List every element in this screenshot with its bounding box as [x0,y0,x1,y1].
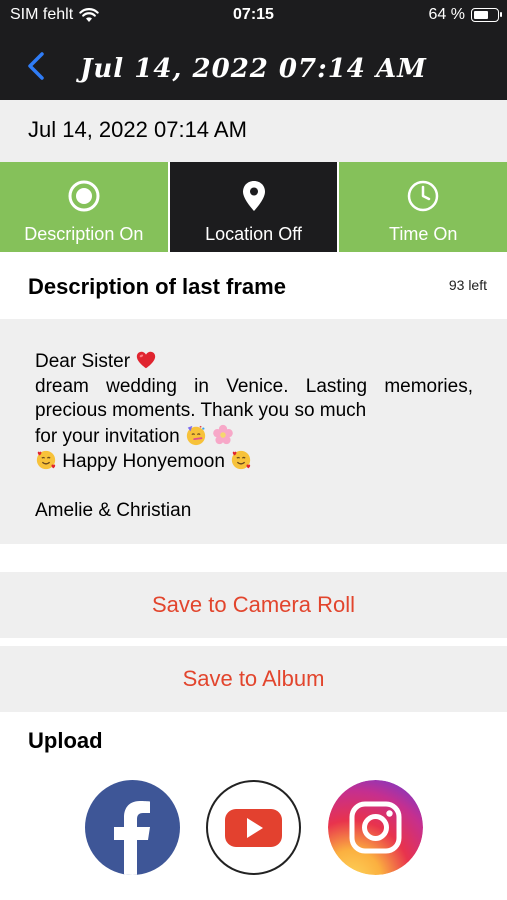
smiling-face-with-hearts-icon [232,450,251,470]
clock-icon [407,180,439,212]
location-toggle[interactable]: Location Off [169,162,340,252]
description-line: precious moments. Thank you so much [35,400,367,421]
cherry-blossom-icon [213,424,234,444]
description-line: Dear Sister [35,349,473,375]
description-heading: Description of last frame [28,274,286,299]
description-line: Happy Honyemoon [35,449,473,475]
description-toggle-label: Description On [24,224,144,244]
battery-icon [471,8,502,22]
description-line-text: for your invitation [35,425,180,447]
description-line: for your invitation [35,424,473,450]
save-to-album-button[interactable]: Save to Album [0,646,507,712]
description-toggle[interactable]: Description On [0,162,170,252]
description-header: Description of last frame 93 left [0,252,507,319]
save-to-camera-roll-button[interactable]: Save to Camera Roll [0,572,507,638]
radio-icon [68,180,100,212]
description-text-area[interactable]: Dear Sister dream wedding in Venice. Las… [0,319,507,544]
characters-left: 93 left [448,277,487,293]
description-line-text: Dear Sister [35,351,131,372]
partying-face-icon [186,425,206,445]
status-bar: SIM fehlt 07:15 64 % [0,0,507,30]
upload-heading: Upload [28,728,103,753]
location-pin-icon [242,181,265,211]
page-title: Jul 14, 2022 07:14 AM [80,54,427,84]
smiling-face-with-hearts-icon [36,450,56,470]
date-display-bar: Jul 14, 2022 07:14 AM [0,100,507,162]
time-toggle[interactable]: Time On [339,162,507,252]
description-line-text: Happy Honyemoon [62,451,225,472]
facebook-icon[interactable] [85,780,180,875]
date-display: Jul 14, 2022 07:14 AM [28,117,247,142]
location-toggle-label: Location Off [205,224,302,244]
battery-level [474,11,489,19]
description-line [35,475,473,500]
description-text[interactable]: Dear Sister dream wedding in Venice. Las… [35,349,473,524]
battery-percent: 64 % [428,6,465,23]
time-toggle-label: Time On [389,224,458,244]
battery-group: 64 % [428,6,502,24]
red-heart-icon [137,351,156,369]
instagram-icon[interactable] [328,780,423,875]
description-line: Amelie & Christian [35,500,192,521]
description-line: dream wedding in Venice. Lasting memorie… [35,375,473,397]
navigation-bar: Jul 14, 2022 07:14 AM [0,30,507,100]
overlay-toggles: Description On Location Off Time On [0,162,507,252]
youtube-icon[interactable] [206,780,301,875]
